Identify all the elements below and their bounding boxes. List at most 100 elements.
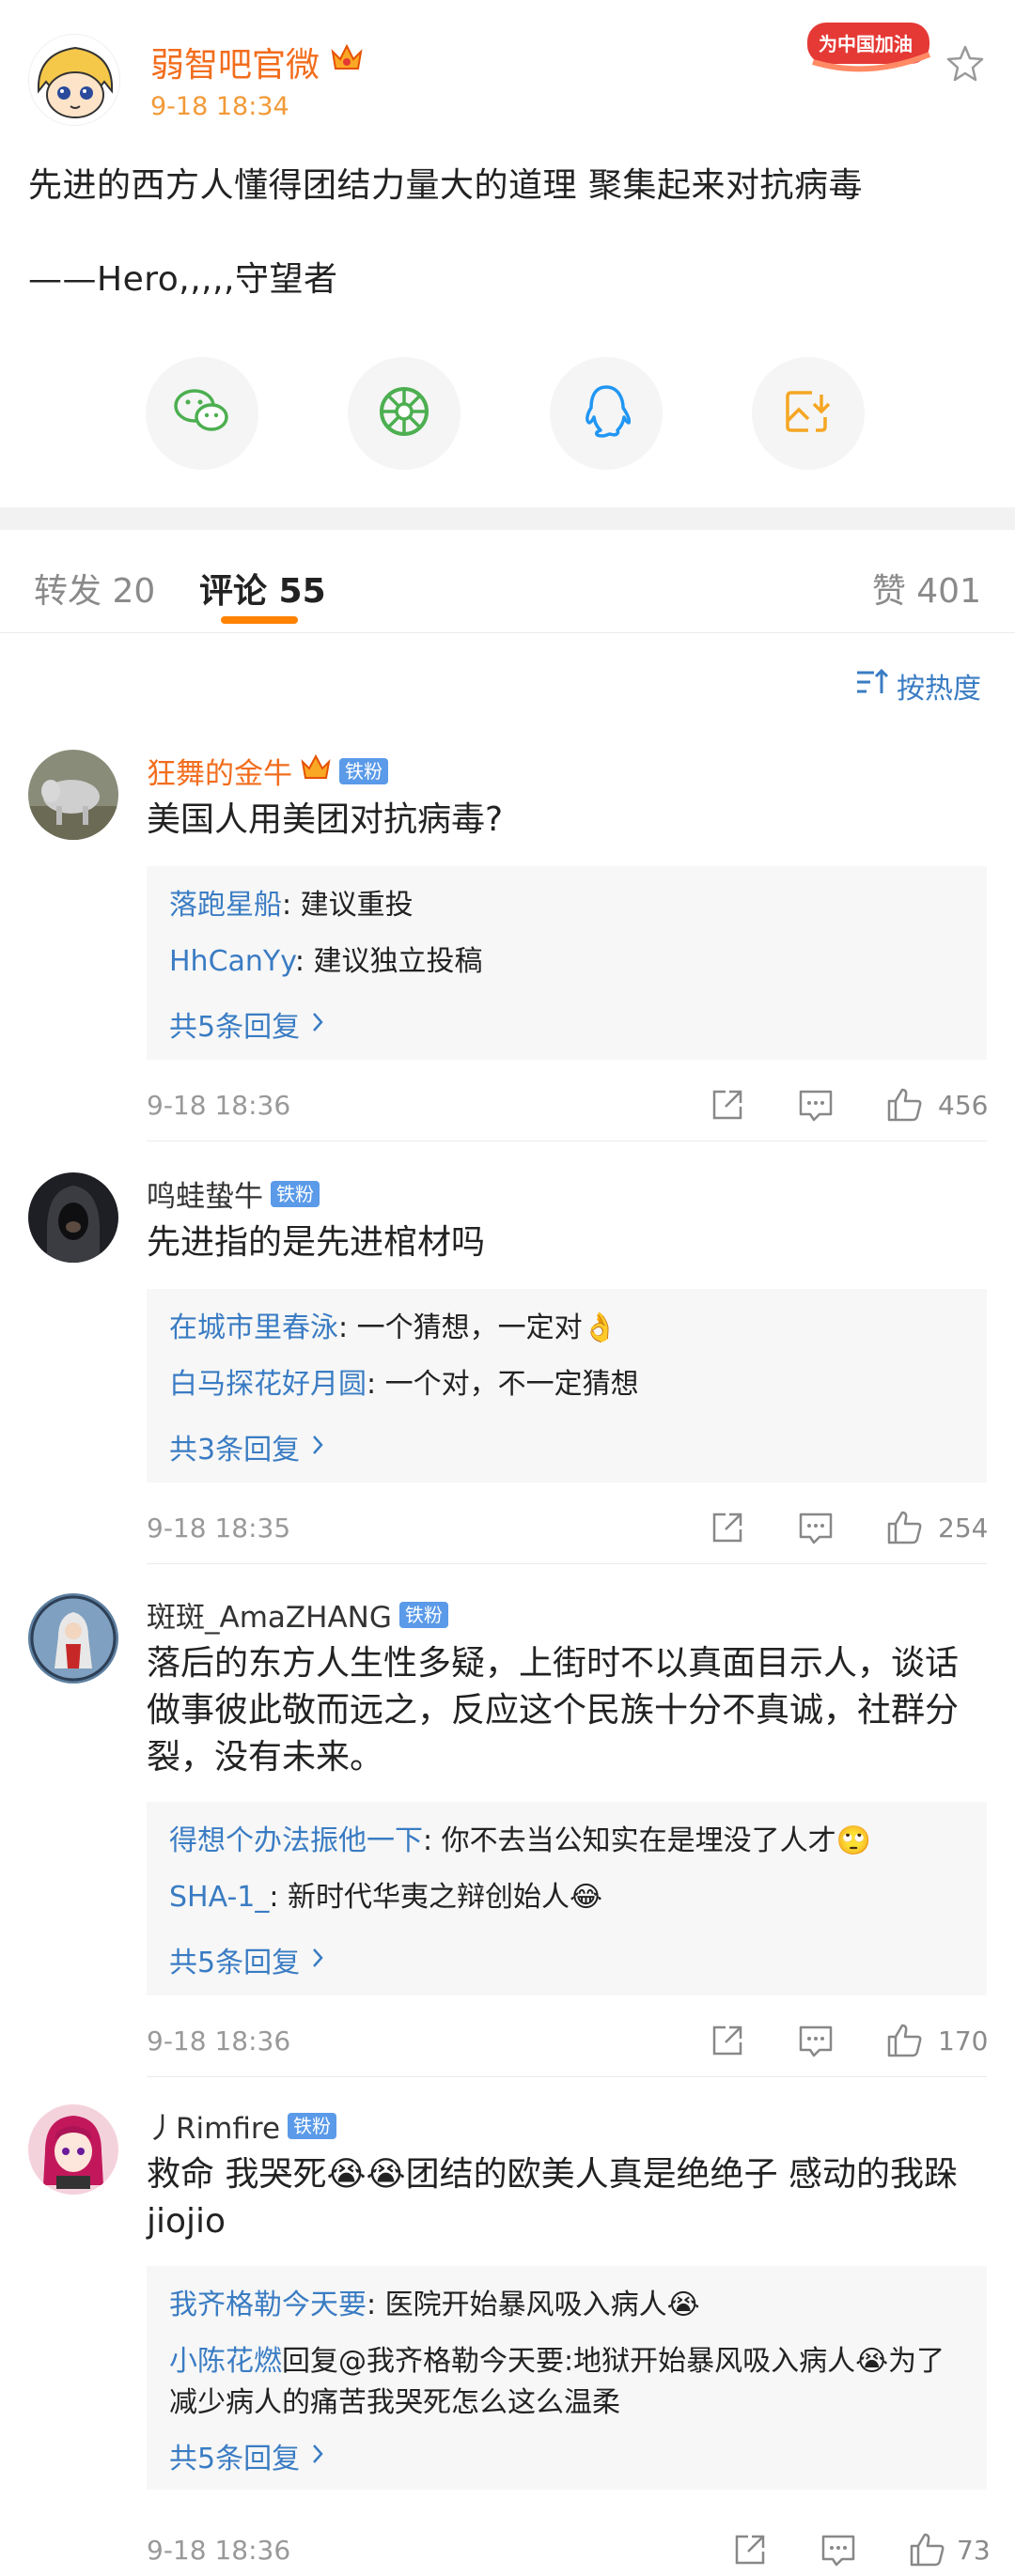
section-divider [0, 507, 1015, 530]
like-icon[interactable] [906, 2529, 947, 2570]
reply-username[interactable]: 小陈花燃 [169, 2345, 282, 2378]
qq-icon [582, 383, 632, 443]
reply-username[interactable]: 白马探花好月圆 [169, 1368, 367, 1401]
commenter-name-text: 斑斑_AmaZHANG [147, 1601, 392, 1635]
commenter-name-text: 狂舞的金牛 [147, 757, 292, 791]
comment-icon[interactable] [795, 1084, 836, 1125]
author-name[interactable]: 弱智吧官微 [150, 38, 365, 86]
reply-preview-box[interactable]: 在城市里春泳: 一个猜想，一定对👌 白马探花好月圆: 一个对，不一定猜想 共3条… [147, 1289, 987, 1482]
like-count: 456 [938, 1090, 989, 1121]
like-icon[interactable] [883, 1084, 925, 1125]
share-qq-button[interactable] [550, 357, 663, 470]
view-all-replies-text: 共3条回复 [169, 1434, 301, 1466]
iron-fan-badge: 铁粉 [398, 1601, 448, 1628]
svg-text:为中国加油: 为中国加油 [819, 33, 913, 55]
comment-item: 狂舞的金牛 铁粉 美国人用美团对抗病毒? 落跑星船: 建议重投 HhCanYy:… [0, 750, 1015, 1125]
view-all-replies-link[interactable]: 共5条回复 [169, 2435, 324, 2476]
commenter-name[interactable]: 斑斑_AmaZHANG 铁粉 [147, 1593, 448, 1636]
favorite-star-icon[interactable] [945, 43, 986, 85]
share-moments-button[interactable] [348, 357, 461, 470]
comment-footer: 9-18 18:36 73 [147, 2529, 991, 2572]
comment-icon[interactable] [795, 2020, 836, 2061]
reply-username[interactable]: 在城市里春泳 [169, 1311, 338, 1344]
commenter-name[interactable]: 鸣蛙蛰牛 铁粉 [147, 1172, 320, 1215]
comment-text: 美国人用美团对抗病毒? [147, 800, 504, 839]
commenter-avatar[interactable] [28, 1593, 118, 1684]
comment-divider [147, 1563, 987, 1564]
comment-footer: 9-18 18:35 254 [147, 1507, 989, 1550]
reply-line: SHA-1_: 新时代华夷之辩创始人😂 [169, 1877, 968, 1918]
save-image-button[interactable] [752, 357, 865, 470]
view-all-replies-text: 共5条回复 [169, 2443, 301, 2475]
comment-date: 9-18 18:35 [147, 1513, 291, 1544]
comment-icon[interactable] [795, 1507, 836, 1548]
vip-crown-icon [300, 753, 332, 789]
like-icon[interactable] [883, 1507, 925, 1548]
reply-username[interactable]: 落跑星船 [169, 889, 282, 922]
comment-footer: 9-18 18:36 170 [147, 2020, 989, 2063]
chevron-right-icon [311, 2440, 324, 2473]
reply-text: : 一个对，不一定猜想 [367, 1368, 639, 1401]
chevron-right-icon [311, 1008, 324, 1041]
chevron-right-icon [311, 1944, 324, 1977]
vip-crown-icon [329, 42, 365, 83]
reply-preview-box[interactable]: 得想个办法振他一下: 你不去当公知实在是埋没了人才🙄 SHA-1_: 新时代华夷… [147, 1802, 987, 1995]
save-image-icon [784, 387, 833, 440]
iron-fan-badge: 铁粉 [271, 1180, 320, 1207]
like-icon[interactable] [883, 2020, 925, 2061]
comment-item: 丿Rimfire 铁粉 救命 我哭死😭😭团结的欧美人真是绝绝子 感动的我跺jio… [0, 2104, 1015, 2574]
reply-username[interactable]: HhCanYy [169, 945, 295, 978]
share-wechat-button[interactable] [146, 357, 258, 470]
promo-badge: 为中国加油 [804, 17, 945, 77]
tab-repost[interactable]: 转发 20 [34, 564, 155, 613]
comment-icon[interactable] [818, 2529, 859, 2570]
reply-username[interactable]: SHA-1_ [169, 1881, 269, 1914]
like-count: 170 [938, 2025, 989, 2056]
comment-text: 先进指的是先进棺材吗 [147, 1223, 486, 1262]
iron-fan-badge: 铁粉 [339, 757, 388, 784]
reply-preview-box[interactable]: 落跑星船: 建议重投 HhCanYy: 建议独立投稿 共5条回复 [147, 866, 987, 1060]
commenter-name-text: 鸣蛙蛰牛 [147, 1180, 263, 1214]
commenter-avatar[interactable] [28, 1172, 118, 1263]
repost-icon[interactable] [729, 2529, 771, 2570]
reply-text: : 医院开始暴风吸入病人😭 [367, 2289, 700, 2321]
chevron-right-icon [311, 1431, 324, 1464]
author-name-text: 弱智吧官微 [150, 46, 320, 85]
commenter-name-text: 丿Rimfire [147, 2112, 281, 2146]
commenter-name[interactable]: 狂舞的金牛 铁粉 [147, 750, 388, 792]
reply-username[interactable]: 我齐格勒今天要 [169, 2289, 367, 2321]
like-count: 254 [938, 1513, 989, 1544]
repost-icon[interactable] [707, 1507, 748, 1548]
comment-text: 救命 我哭死😭😭团结的欧美人真是绝绝子 感动的我跺jiojio [147, 2155, 959, 2241]
reply-text: 回复@我齐格勒今天要:地狱开始暴风吸入病人😭为了减少病人的痛苦我哭死怎么这么温柔 [169, 2345, 945, 2419]
view-all-replies-link[interactable]: 共5条回复 [169, 1003, 324, 1045]
reply-preview-box[interactable]: 我齐格勒今天要: 医院开始暴风吸入病人😭 小陈花燃回复@我齐格勒今天要:地狱开始… [147, 2266, 987, 2490]
commenter-avatar[interactable] [28, 750, 118, 840]
reply-username[interactable]: 得想个办法振他一下 [169, 1824, 423, 1857]
comment-date: 9-18 18:36 [147, 1090, 291, 1121]
reply-text: : 建议重投 [282, 889, 414, 922]
sort-label: 按热度 [897, 673, 981, 706]
tab-likes[interactable]: 赞 401 [872, 564, 981, 613]
comment-item: 斑斑_AmaZHANG 铁粉 落后的东方人生性多疑，上街时不以真面目示人，谈话做… [0, 1593, 1015, 2063]
repost-icon[interactable] [707, 2020, 748, 2061]
reply-line: 落跑星船: 建议重投 [169, 885, 968, 926]
view-all-replies-link[interactable]: 共5条回复 [169, 1939, 324, 1980]
author-avatar[interactable] [28, 34, 120, 126]
view-all-replies-link[interactable]: 共3条回复 [169, 1426, 324, 1467]
repost-icon[interactable] [707, 1084, 748, 1125]
comment-date: 9-18 18:36 [147, 2535, 291, 2566]
sort-by-hot-button[interactable]: 按热度 [855, 665, 981, 706]
reply-text: : 新时代华夷之辩创始人😂 [269, 1881, 603, 1914]
post-time: 9-18 18:34 [150, 92, 289, 121]
post-tabs: 转发 20 评论 55 赞 401 [0, 530, 1015, 633]
post-text-line1: 先进的西方人懂得团结力量大的道理 聚集起来对抗病毒 [28, 166, 863, 205]
comment-date: 9-18 18:36 [147, 2025, 291, 2056]
commenter-avatar[interactable] [28, 2104, 118, 2195]
wechat-icon [172, 385, 232, 442]
comment-text: 落后的东方人生性多疑，上街时不以真面目示人，谈话做事彼此敬而远之，反应这个民族十… [147, 1644, 960, 1777]
moments-icon [377, 384, 431, 442]
view-all-replies-text: 共5条回复 [169, 1011, 301, 1044]
tab-comments[interactable]: 评论 55 [199, 564, 326, 613]
commenter-name[interactable]: 丿Rimfire 铁粉 [147, 2104, 337, 2147]
